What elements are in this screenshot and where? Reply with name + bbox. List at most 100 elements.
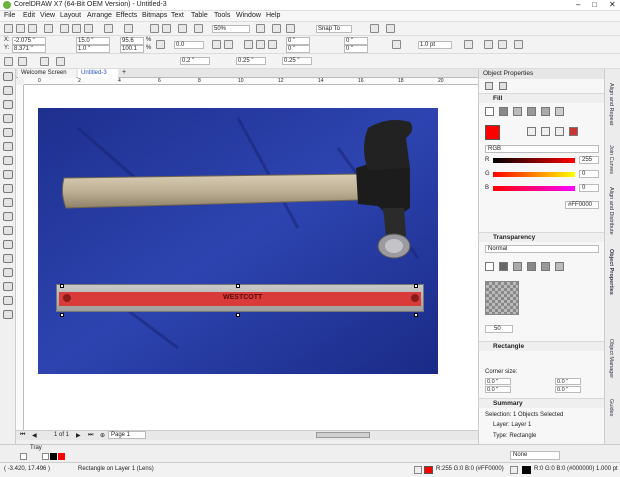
full-screen-icon[interactable] xyxy=(256,24,265,33)
tab-object-properties[interactable]: Object Properties xyxy=(608,249,614,295)
minimize-button[interactable]: – xyxy=(576,0,580,9)
photo-hammer-ruler[interactable]: WESTCOTT xyxy=(38,108,438,374)
tab-guides[interactable]: Guides xyxy=(608,399,614,416)
texture-fill-icon[interactable] xyxy=(541,107,550,116)
y-position-field[interactable]: 8.371 " xyxy=(12,45,46,53)
corner-size-3[interactable]: 0.0 " xyxy=(485,386,511,393)
tab-welcome-screen[interactable]: Welcome Screen xyxy=(18,69,76,78)
x-position-field[interactable]: -2.075 " xyxy=(12,37,46,45)
artistic-media-tool-icon[interactable] xyxy=(3,142,13,151)
selection-handle[interactable] xyxy=(60,313,64,317)
new-icon[interactable] xyxy=(4,24,13,33)
tab-align-distribute[interactable]: Align and Distribute xyxy=(608,187,614,235)
tab-object-manager[interactable]: Object Manager xyxy=(608,339,614,378)
publish-pdf-icon[interactable] xyxy=(178,24,187,33)
r-slider[interactable] xyxy=(493,158,575,163)
menu-window[interactable]: Window xyxy=(236,12,261,19)
menu-table[interactable]: Table xyxy=(191,12,208,19)
eyedropper-icon[interactable] xyxy=(527,127,536,136)
chamfer-corner-icon[interactable] xyxy=(268,40,277,49)
crop-tool-icon[interactable] xyxy=(3,100,13,109)
color-palette-icon[interactable] xyxy=(555,127,564,136)
shape-tool-icon[interactable] xyxy=(3,86,13,95)
next-page-icon[interactable]: ▶ xyxy=(76,432,81,439)
add-tab-icon[interactable]: + xyxy=(122,69,126,76)
interactive-fill-tool-icon[interactable] xyxy=(3,282,13,291)
corner-size-2[interactable]: 0.0 " xyxy=(555,378,581,385)
rectangle-section-header[interactable]: Rectangle xyxy=(479,341,605,351)
add-page-icon[interactable]: ⊕ xyxy=(100,432,105,439)
menu-arrange[interactable]: Arrange xyxy=(87,12,112,19)
g-value-field[interactable]: 0 xyxy=(579,170,599,178)
micro-nudge-field[interactable]: 0.25 " xyxy=(282,57,312,65)
drop-shadow-tool-icon[interactable] xyxy=(3,240,13,249)
horizontal-scrollbar-thumb[interactable] xyxy=(316,432,370,438)
no-transparency-icon[interactable] xyxy=(485,262,494,271)
units-icon[interactable] xyxy=(56,57,65,66)
pattern-fill-icon[interactable] xyxy=(527,107,536,116)
parallel-dimension-tool-icon[interactable] xyxy=(3,212,13,221)
wrap-text-icon[interactable] xyxy=(464,40,473,49)
prev-page-icon[interactable]: ◀ xyxy=(32,432,37,439)
menu-edit[interactable]: Edit xyxy=(23,12,35,19)
scale-y-field[interactable]: 100.1 xyxy=(120,45,144,53)
maximize-button[interactable]: □ xyxy=(592,0,597,9)
tab-join-curves[interactable]: Join Curves xyxy=(608,145,614,174)
selection-handle[interactable] xyxy=(414,313,418,317)
close-button[interactable]: ✕ xyxy=(609,0,616,9)
fountain-fill-icon[interactable] xyxy=(513,107,522,116)
text-tool-icon[interactable] xyxy=(3,198,13,207)
texture-transparency-icon[interactable] xyxy=(541,262,550,271)
none-dropdown[interactable]: None xyxy=(510,451,560,460)
corner-size-4[interactable]: 0.0 " xyxy=(555,386,581,393)
tab-align-repeat[interactable]: Align and Repeat xyxy=(608,83,614,125)
app-launcher-icon[interactable] xyxy=(194,24,203,33)
import-icon[interactable] xyxy=(150,24,159,33)
redo-icon[interactable] xyxy=(124,24,133,33)
super-nudge-field[interactable]: 0.25 " xyxy=(236,57,266,65)
menu-bitmaps[interactable]: Bitmaps xyxy=(142,12,167,19)
summary-section-header[interactable]: Summary xyxy=(479,398,605,408)
treat-as-filled-icon[interactable] xyxy=(18,57,27,66)
pick-tool-icon[interactable] xyxy=(3,72,13,81)
transparency-tool-icon[interactable] xyxy=(3,254,13,263)
outline-tab-icon[interactable] xyxy=(499,82,507,90)
selection-handle[interactable] xyxy=(236,284,240,288)
no-color-swatch[interactable] xyxy=(20,453,27,460)
rectangle-tool-icon[interactable] xyxy=(3,156,13,165)
mirror-v-icon[interactable] xyxy=(224,40,233,49)
launch-icon[interactable] xyxy=(386,24,395,33)
corner-radius-3[interactable]: 0 " xyxy=(286,45,310,53)
print-icon[interactable] xyxy=(44,24,53,33)
uniform-transparency-icon[interactable] xyxy=(499,262,508,271)
tray-label[interactable]: Tray xyxy=(30,445,42,451)
b-value-field[interactable]: 0 xyxy=(579,184,599,192)
corner-radius-2[interactable]: 0 " xyxy=(344,37,368,45)
color-viewers-icon[interactable] xyxy=(541,127,550,136)
hex-value-field[interactable]: #FF0000 xyxy=(565,201,599,209)
polygon-tool-icon[interactable] xyxy=(3,184,13,193)
snap-to-dropdown[interactable]: Snap To xyxy=(316,25,352,33)
status-outline-swatch[interactable] xyxy=(522,466,531,474)
outline-width-field[interactable]: 1.0 pt xyxy=(418,41,452,49)
uniform-fill-icon[interactable] xyxy=(499,107,508,116)
transparency-section-header[interactable]: Transparency xyxy=(479,232,605,242)
tab-untitled-3[interactable]: Untitled-3 xyxy=(78,69,118,78)
eyedropper-tool-icon[interactable] xyxy=(3,268,13,277)
transform-icon[interactable] xyxy=(40,57,49,66)
menu-help[interactable]: Help xyxy=(266,12,280,19)
rotation-field[interactable]: 0.0 xyxy=(174,41,204,49)
corner-radius-4[interactable]: 0 " xyxy=(344,45,368,53)
relative-scale-icon[interactable] xyxy=(392,40,401,49)
fountain-transparency-icon[interactable] xyxy=(513,262,522,271)
nudge-distance-field[interactable]: 0.2 " xyxy=(180,57,210,65)
undo-icon[interactable] xyxy=(104,24,113,33)
menu-text[interactable]: Text xyxy=(171,12,184,19)
rulers-icon[interactable] xyxy=(272,24,281,33)
ellipse-tool-icon[interactable] xyxy=(3,170,13,179)
menu-effects[interactable]: Effects xyxy=(116,12,137,19)
zoom-level-field[interactable]: 50% xyxy=(212,25,250,33)
menu-file[interactable]: File xyxy=(4,12,15,19)
status-fill-swatch[interactable] xyxy=(424,466,433,474)
to-back-icon[interactable] xyxy=(498,40,507,49)
